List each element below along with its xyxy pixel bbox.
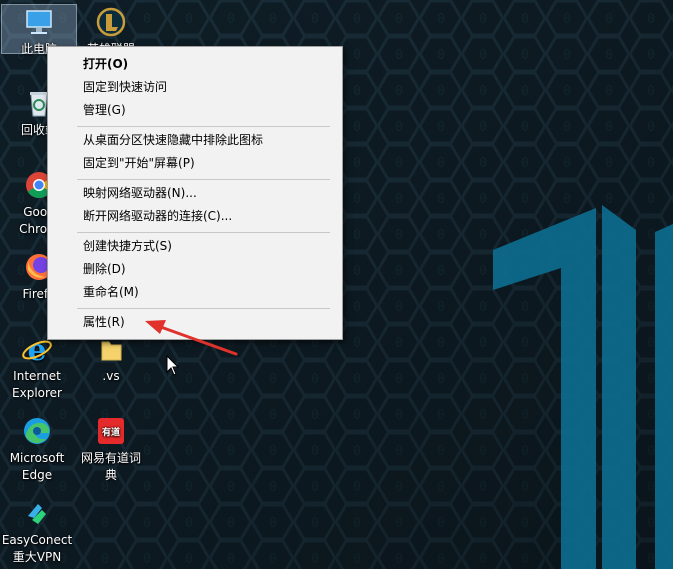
- desktop-icon-label: Microsoft: [9, 451, 65, 465]
- desktop-icon-ie[interactable]: e Internet Explorer: [0, 332, 74, 402]
- menu-item-disconnect-network-drive[interactable]: 断开网络驱动器的连接(C)...: [48, 205, 342, 227]
- this-pc-icon: [22, 5, 56, 39]
- edge-icon: [20, 414, 54, 448]
- menu-item-rename[interactable]: 重命名(M): [48, 281, 342, 303]
- menu-item-pin-quick-access[interactable]: 固定到快速访问: [48, 76, 342, 98]
- menu-separator: [77, 126, 330, 127]
- context-menu: 打开(O) 固定到快速访问 管理(G) 从桌面分区快速隐藏中排除此图标 固定到"…: [47, 46, 343, 340]
- menu-separator: [77, 232, 330, 233]
- league-of-legends-icon: [94, 5, 128, 39]
- menu-item-exclude-from-fences[interactable]: 从桌面分区快速隐藏中排除此图标: [48, 129, 342, 151]
- desktop-icon-label: Internet: [13, 369, 61, 383]
- menu-item-create-shortcut[interactable]: 创建快捷方式(S): [48, 235, 342, 257]
- desktop-icon-easyconnect[interactable]: EasyConect 重大VPN: [0, 496, 74, 566]
- easyconnect-icon: [20, 496, 54, 530]
- desktop-icon-label: 重大VPN: [12, 550, 62, 564]
- menu-item-open[interactable]: 打开(O): [48, 53, 342, 75]
- desktop-icon-label: 典: [104, 468, 117, 482]
- menu-separator: [77, 308, 330, 309]
- svg-text:e: e: [27, 333, 46, 366]
- menu-item-map-network-drive[interactable]: 映射网络驱动器(N)...: [48, 182, 342, 204]
- menu-item-manage[interactable]: 管理(G): [48, 99, 342, 121]
- desktop-icon-label: .vs: [102, 369, 120, 383]
- desktop-icon-label: Edge: [21, 468, 53, 482]
- menu-separator: [77, 179, 330, 180]
- menu-item-delete[interactable]: 删除(D): [48, 258, 342, 280]
- desktop-icon-label: Explorer: [12, 386, 62, 400]
- desktop-icon-edge[interactable]: Microsoft Edge: [0, 414, 74, 484]
- desktop-icon-youdao[interactable]: 有道 网易有道词 典: [74, 414, 148, 484]
- menu-item-properties[interactable]: 属性(R): [48, 311, 342, 333]
- mouse-cursor-icon: [166, 355, 180, 376]
- youdao-dictionary-icon: 有道: [94, 414, 128, 448]
- desktop-icon-label: 网易有道词: [80, 451, 141, 465]
- menu-item-pin-to-start[interactable]: 固定到"开始"屏幕(P): [48, 152, 342, 174]
- desktop-icon-label: EasyConect: [1, 533, 73, 547]
- youdao-badge-text: 有道: [102, 426, 120, 438]
